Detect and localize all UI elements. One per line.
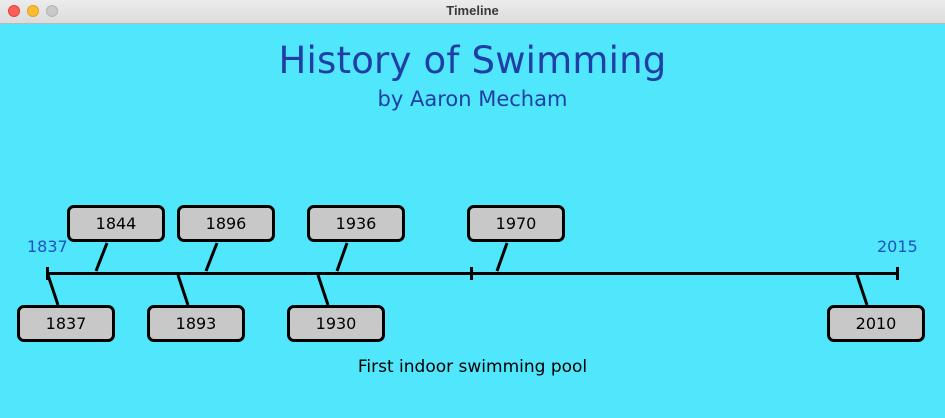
window-titlebar[interactable]: Timeline: [0, 0, 945, 24]
connector-line: [176, 274, 190, 306]
connector-line: [855, 274, 869, 306]
event-box-1970[interactable]: 1970: [467, 205, 565, 242]
timeline-canvas: History of Swimming by Aaron Mecham 1837…: [0, 25, 945, 418]
timeline-start-label: 1837: [27, 237, 68, 256]
connector-line: [94, 242, 109, 272]
event-box-2010[interactable]: 2010: [827, 305, 925, 342]
page-subtitle: by Aaron Mecham: [377, 87, 568, 111]
page-title: History of Swimming: [278, 39, 667, 82]
connector-line: [46, 274, 60, 306]
event-description: First indoor swimming pool: [357, 357, 588, 377]
connector-line: [495, 242, 509, 272]
timeline-end-label: 2015: [877, 237, 918, 256]
axis-tick-mid: [470, 267, 473, 280]
event-box-1844[interactable]: 1844: [67, 205, 165, 242]
event-box-1896[interactable]: 1896: [177, 205, 275, 242]
window-title: Timeline: [446, 3, 499, 18]
axis-tick-end: [896, 267, 899, 280]
event-box-1893[interactable]: 1893: [147, 305, 245, 342]
connector-line: [204, 242, 219, 272]
axis-tick-start: [46, 267, 49, 280]
event-box-1936[interactable]: 1936: [307, 205, 405, 242]
connector-line: [335, 242, 349, 272]
event-box-1837[interactable]: 1837: [17, 305, 115, 342]
connector-line: [316, 274, 330, 306]
event-box-1930[interactable]: 1930: [287, 305, 385, 342]
